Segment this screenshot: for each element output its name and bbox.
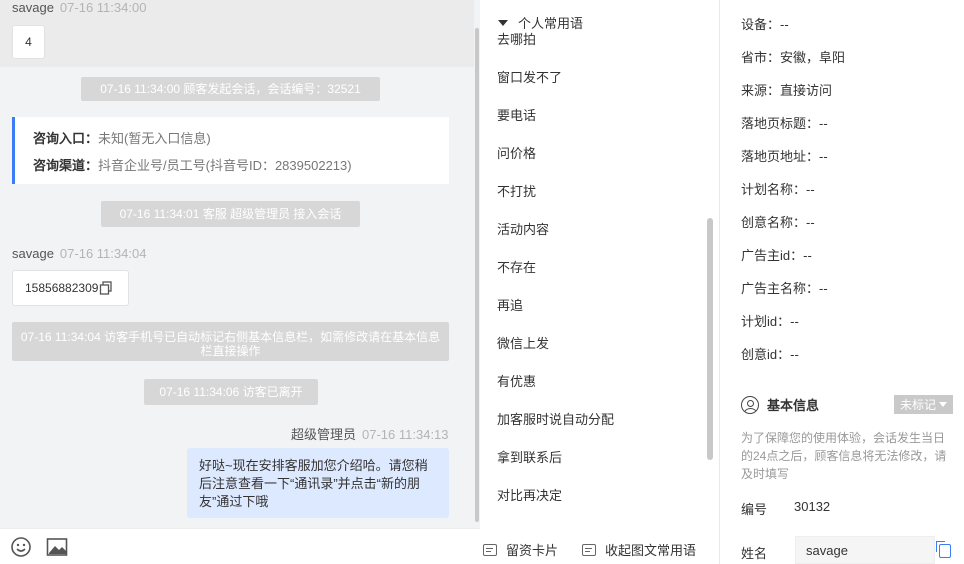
message-text: 好哒~现在安排客服加您介绍哈。请您稍后注意查看一下“通讯录”并点击“新的朋友”通… bbox=[199, 458, 428, 509]
phrase-item[interactable]: 再追 bbox=[497, 295, 523, 314]
phrase-item[interactable]: 不存在 bbox=[497, 257, 536, 276]
phrase-item[interactable]: 微信上发 bbox=[497, 333, 549, 352]
phrase-item[interactable]: 去哪拍 bbox=[497, 29, 536, 48]
phrases-footer: 留资卡片 收起图文常用语 bbox=[480, 528, 720, 564]
phrase-item[interactable]: 要电话 bbox=[497, 105, 536, 124]
info-source: 来源：直接访问 bbox=[741, 83, 833, 98]
info-plan-id: 计划id：-- bbox=[741, 314, 799, 329]
smile-icon[interactable] bbox=[10, 536, 32, 558]
visitor-info-panel: 设备：-- 省市：安徽，阜阳 来源：直接访问 落地页标题：-- 落地页地址：--… bbox=[721, 0, 964, 564]
document-icon bbox=[483, 543, 497, 556]
caret-down-icon bbox=[939, 402, 947, 407]
info-plan-name: 计划名称：-- bbox=[741, 182, 815, 197]
message-time: 07-16 11:34:00 bbox=[59, 0, 147, 15]
system-notice: 07-16 11:34:06 访客已离开 bbox=[144, 379, 318, 405]
phrase-item[interactable]: 问价格 bbox=[497, 143, 536, 162]
document-icon bbox=[582, 543, 596, 556]
user-icon bbox=[741, 395, 759, 414]
collapse-phrases-button[interactable]: 收起图文常用语 bbox=[582, 540, 696, 559]
message-text: 4 bbox=[25, 35, 32, 49]
info-advertiser-id: 广告主id：-- bbox=[741, 248, 812, 263]
sender-name: savage bbox=[12, 0, 54, 15]
highlighted-message: savage 07-16 11:34:00 4 bbox=[0, 0, 474, 67]
message-bubble[interactable]: 4 bbox=[12, 25, 45, 59]
scrollbar-thumb[interactable] bbox=[475, 28, 479, 522]
lead-card-label: 留资卡片 bbox=[506, 543, 559, 558]
chat-toolbar bbox=[0, 528, 480, 564]
basic-info-title: 基本信息 bbox=[767, 398, 820, 413]
agent-message-bubble[interactable]: 好哒~现在安排客服加您介绍哈。请您稍后注意查看一下“通讯录”并点击“新的朋友”通… bbox=[187, 448, 449, 518]
lead-card-button[interactable]: 留资卡片 bbox=[483, 540, 558, 559]
basic-info-header: 基本信息 bbox=[741, 395, 819, 414]
phrase-item[interactable]: 有优惠 bbox=[497, 371, 536, 390]
consult-entry-card: 咨询入口：未知(暂无入口信息) 咨询渠道：抖音企业号/员工号(抖音号ID：283… bbox=[12, 117, 449, 184]
phrase-item[interactable]: 对比再决定 bbox=[497, 485, 562, 504]
name-input[interactable] bbox=[795, 536, 935, 564]
system-notice: 07-16 11:34:00 顾客发起会话，会话编号：32521 bbox=[81, 77, 380, 101]
message-text: 15856882309 bbox=[25, 281, 99, 295]
system-notice: 07-16 11:34:01 客服 超级管理员 接入会话 bbox=[101, 201, 360, 227]
copy-icon[interactable] bbox=[936, 541, 951, 558]
entry-row: 咨询入口：未知(暂无入口信息) bbox=[33, 128, 211, 147]
phrase-item[interactable]: 不打扰 bbox=[497, 181, 536, 200]
info-creative-id: 创意id：-- bbox=[741, 347, 799, 362]
id-label: 编号 bbox=[741, 502, 768, 517]
message-time: 07-16 11:34:13 bbox=[362, 427, 449, 442]
channel-label: 咨询渠道： bbox=[33, 158, 99, 173]
chat-panel: savage 07-16 11:34:00 4 07-16 11:34:00 顾客… bbox=[0, 0, 474, 528]
message-sender: savage 07-16 11:34:00 bbox=[12, 0, 146, 15]
entry-value: 未知(暂无入口信息) bbox=[98, 131, 211, 146]
channel-value: 抖音企业号/员工号(抖音号ID：2839502213) bbox=[98, 158, 352, 173]
info-region: 省市：安徽，阜阳 bbox=[741, 50, 846, 65]
phrase-item[interactable]: 窗口发不了 bbox=[497, 67, 562, 86]
image-icon[interactable] bbox=[46, 536, 68, 558]
phrases-panel: 个人常用语 去哪拍 窗口发不了 要电话 问价格 不打扰 活动内容 不存在 再追 … bbox=[480, 0, 720, 564]
phrase-item[interactable]: 加客服时说自动分配 bbox=[497, 409, 614, 428]
entry-label: 咨询入口： bbox=[33, 131, 99, 146]
info-device: 设备：-- bbox=[741, 17, 789, 32]
system-notice: 07-16 11:34:04 访客手机号已自动标记右侧基本信息栏，如需修改请在基… bbox=[12, 322, 449, 361]
app-window: savage 07-16 11:34:00 4 07-16 11:34:00 顾客… bbox=[0, 0, 964, 564]
message-sender: 超级管理员 07-16 11:34:13 bbox=[291, 424, 449, 443]
sender-name: 超级管理员 bbox=[291, 427, 357, 442]
phrases-scrollbar[interactable] bbox=[707, 218, 713, 460]
info-advertiser-name: 广告主名称：-- bbox=[741, 281, 828, 296]
info-landing-url: 落地页地址：-- bbox=[741, 149, 828, 164]
sender-name: savage bbox=[12, 246, 54, 261]
collapse-phrases-label: 收起图文常用语 bbox=[605, 543, 697, 558]
phrase-item[interactable]: 拿到联系后 bbox=[497, 447, 562, 466]
name-label: 姓名 bbox=[741, 546, 768, 561]
info-creative-name: 创意名称：-- bbox=[741, 215, 815, 230]
tag-dropdown[interactable]: 未标记 bbox=[894, 395, 953, 414]
caret-down-icon bbox=[498, 19, 508, 26]
copy-icon[interactable] bbox=[99, 281, 113, 295]
channel-row: 咨询渠道：抖音企业号/员工号(抖音号ID：2839502213) bbox=[33, 155, 352, 174]
message-time: 07-16 11:34:04 bbox=[59, 246, 147, 261]
tag-label: 未标记 bbox=[899, 398, 936, 412]
message-bubble[interactable]: 15856882309 bbox=[12, 270, 129, 306]
info-landing-title: 落地页标题：-- bbox=[741, 116, 828, 131]
phrase-item[interactable]: 活动内容 bbox=[497, 219, 549, 238]
id-value: 30132 bbox=[794, 499, 831, 514]
edit-notice: 为了保障您的使用体验，会话发生当日的24点之后，顾客信息将无法修改，请及时填写 bbox=[741, 431, 947, 481]
message-sender: savage 07-16 11:34:04 bbox=[12, 246, 146, 261]
